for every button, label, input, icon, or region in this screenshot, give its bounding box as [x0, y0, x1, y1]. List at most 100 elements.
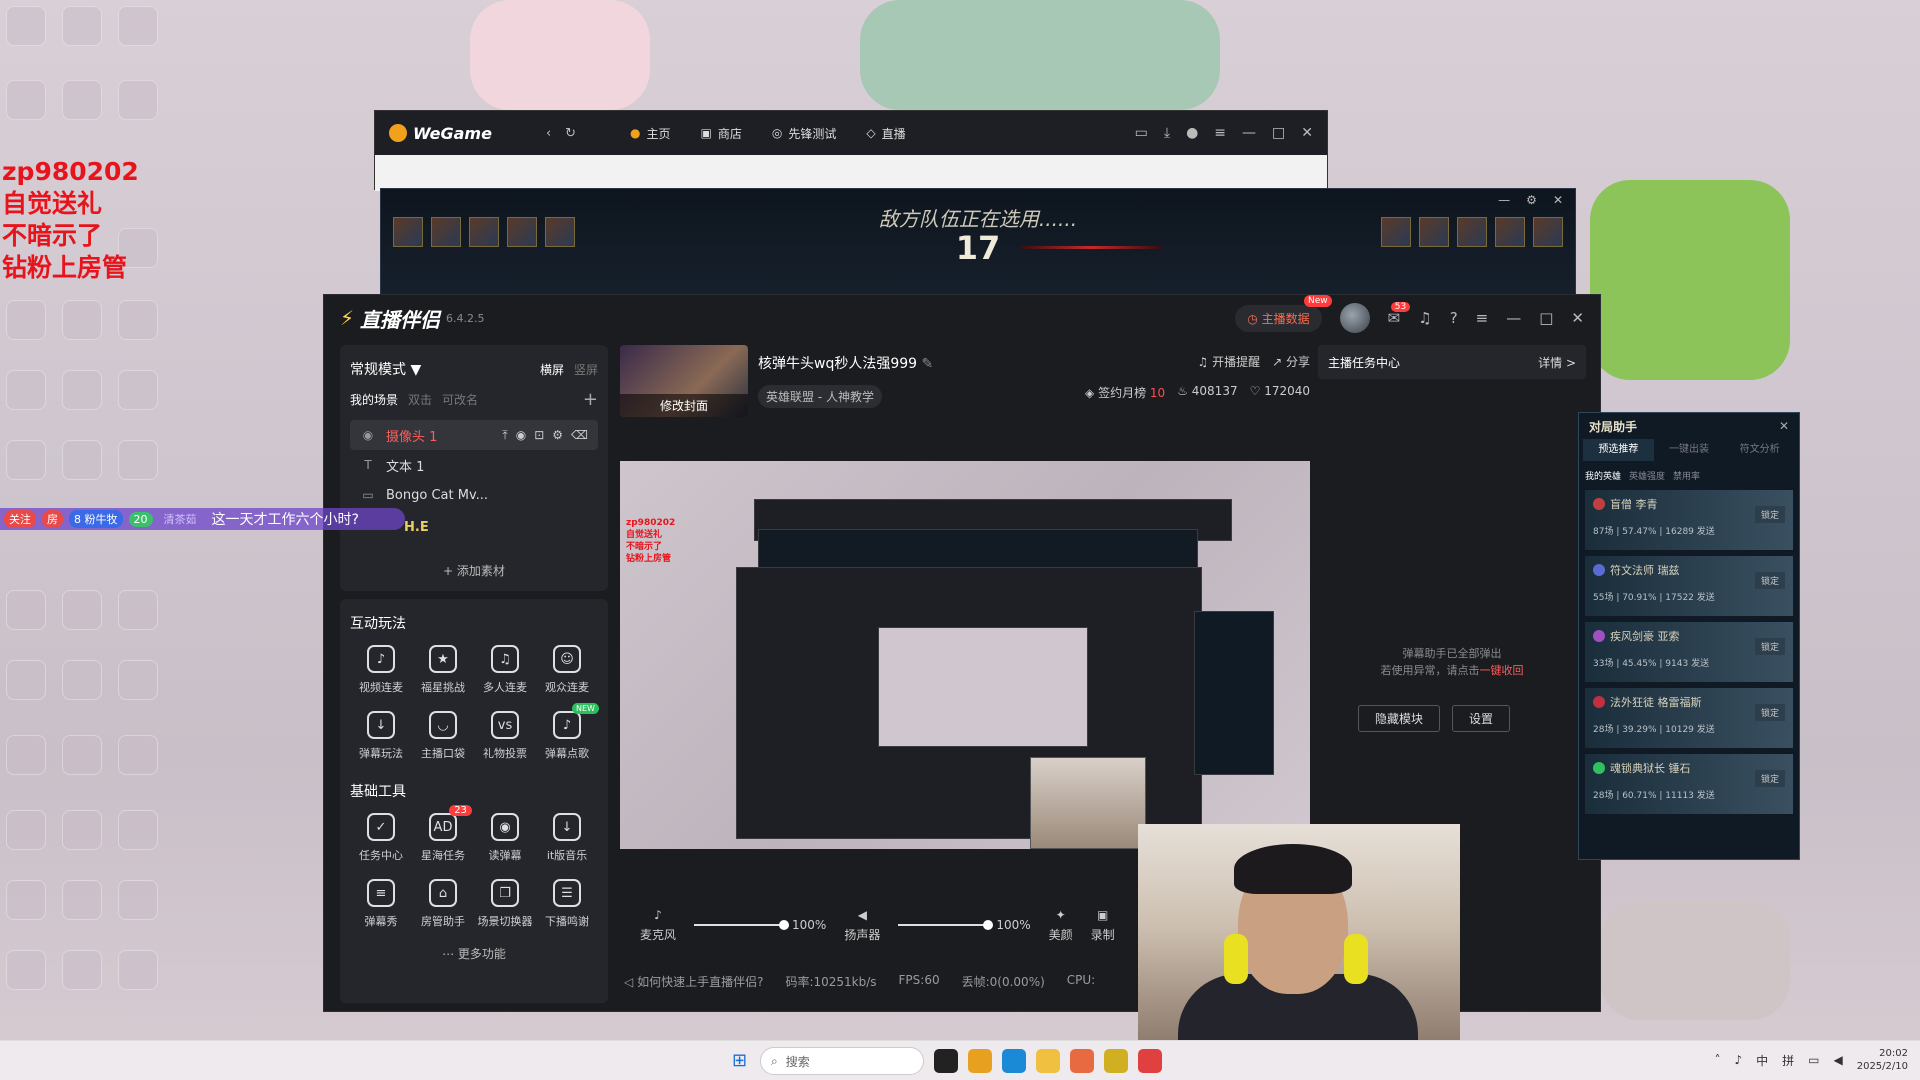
network-icon[interactable]: ▭: [1808, 1053, 1819, 1067]
desktop-app-icon[interactable]: [6, 660, 46, 700]
tab-rune[interactable]: 符文分析: [1724, 439, 1795, 461]
cover-image[interactable]: 修改封面: [620, 345, 748, 417]
tool-room-admin[interactable]: ⌂ 房管助手: [412, 879, 474, 929]
back-icon[interactable]: ‹: [546, 126, 551, 141]
avatar-icon[interactable]: ●: [1186, 125, 1198, 141]
tool-audience-link[interactable]: ☺ 观众连麦: [536, 645, 598, 695]
clock[interactable]: 20:02 2025/2/10: [1857, 1047, 1908, 1073]
tool-song-request[interactable]: ♪ 弹幕点歌 NEW: [536, 703, 599, 761]
taskbar-app-icon[interactable]: [1070, 1049, 1094, 1073]
maximize-icon[interactable]: □: [1272, 125, 1285, 141]
taskbar-app-icon[interactable]: [1138, 1049, 1162, 1073]
gear-icon[interactable]: ⚙: [552, 428, 563, 443]
live-remind-button[interactable]: ♫ 开播提醒: [1197, 353, 1260, 370]
slider-knob[interactable]: [983, 920, 994, 930]
close-icon[interactable]: ✕: [1571, 309, 1584, 327]
record-button[interactable]: ▣ 录制: [1091, 908, 1115, 943]
source-item-camera[interactable]: ◉ 摄像头 1 ⤒ ◉ ⊡ ⚙ ⌫: [350, 420, 598, 450]
refresh-icon[interactable]: ↻: [565, 126, 576, 141]
send-button[interactable]: 发送: [1697, 791, 1715, 801]
send-button[interactable]: 发送: [1697, 725, 1715, 735]
add-scene-icon[interactable]: +: [583, 389, 598, 410]
desktop-app-icon[interactable]: [118, 880, 158, 920]
send-button[interactable]: 发送: [1697, 593, 1715, 603]
desktop-app-icon[interactable]: [6, 950, 46, 990]
beauty-button[interactable]: ✦ 美颜: [1049, 908, 1073, 943]
subtab-strength[interactable]: 英雄强度: [1629, 469, 1665, 482]
tool-music[interactable]: ↓ it版音乐: [536, 813, 598, 863]
edit-icon[interactable]: ✎: [922, 356, 934, 372]
desktop-app-icon[interactable]: [62, 950, 102, 990]
menu-icon[interactable]: ≡: [1214, 125, 1226, 141]
landscape-mode-toggle[interactable]: 横屏: [540, 361, 564, 378]
lock-icon[interactable]: ⊡: [534, 428, 544, 443]
volume-icon[interactable]: ◀: [1833, 1053, 1842, 1067]
wegame-nav-home[interactable]: ● 主页: [630, 125, 671, 142]
tool-read-danmaku[interactable]: ◉ 读弹幕: [474, 813, 536, 863]
mic-control[interactable]: ♪ 麦克风: [640, 908, 676, 943]
headset-icon[interactable]: ♫: [1418, 309, 1431, 327]
chevron-up-icon[interactable]: ˄: [1714, 1053, 1720, 1067]
lock-button[interactable]: 锁定: [1754, 638, 1785, 655]
hero-row[interactable]: 法外狂徒 格雷福斯 28场 | 39.29% | 10129 发送 锁定: [1585, 688, 1793, 748]
add-material-button[interactable]: + 添加素材: [350, 548, 598, 583]
desktop-app-icon[interactable]: [62, 300, 102, 340]
desktop-app-icon[interactable]: [6, 810, 46, 850]
taskbar-search[interactable]: ⌕ 搜索: [760, 1047, 924, 1075]
tool-lucky-star[interactable]: ★ 福星挑战: [412, 645, 474, 695]
speaker-volume-slider[interactable]: [898, 920, 994, 930]
wegame-nav-store[interactable]: ▣ 商店: [701, 125, 742, 142]
avatar[interactable]: [1339, 303, 1370, 333]
hero-row[interactable]: 符文法师 瑞兹 55场 | 70.91% | 17522 发送 锁定: [1585, 556, 1793, 616]
desktop-app-icon[interactable]: [118, 950, 158, 990]
tab-preselect[interactable]: 预选推荐: [1583, 439, 1654, 461]
desktop-app-icon[interactable]: [6, 590, 46, 630]
anchor-task-center[interactable]: 主播任务中心 详情 >: [1318, 345, 1586, 379]
desktop-app-icon[interactable]: [6, 370, 46, 410]
tab-build[interactable]: 一键出装: [1654, 439, 1725, 461]
anchor-data-button[interactable]: ◷ 主播数据 New: [1235, 294, 1332, 332]
maximize-icon[interactable]: □: [1539, 309, 1553, 327]
desktop-app-icon[interactable]: [118, 370, 158, 410]
desktop-app-icon[interactable]: [118, 6, 158, 46]
tool-danmaku-show[interactable]: ≡ 弹幕秀: [350, 879, 412, 929]
task-detail-link[interactable]: 详情 >: [1538, 354, 1576, 371]
wegame-nav-beta[interactable]: ◎ 先锋测试: [772, 125, 837, 142]
tool-thanks[interactable]: ☰ 下播鸣谢: [536, 879, 598, 929]
desktop-app-icon[interactable]: [118, 590, 158, 630]
menu-icon[interactable]: ≡: [1476, 309, 1489, 327]
minimize-icon[interactable]: —: [1498, 193, 1510, 207]
wegame-nav-live[interactable]: ◇ 直播: [866, 125, 905, 142]
mode-selector[interactable]: 常规模式 ▼: [350, 359, 421, 379]
taskbar-app-icon[interactable]: [1036, 1049, 1060, 1073]
source-item-bongo-cat[interactable]: ▭ Bongo Cat Mv...: [350, 480, 598, 510]
tool-danmaku-play[interactable]: ↓ 弹幕玩法: [350, 711, 412, 761]
share-button[interactable]: ↗ 分享: [1272, 353, 1310, 370]
desktop-app-icon[interactable]: [118, 80, 158, 120]
close-icon[interactable]: ✕: [1553, 193, 1563, 207]
stream-preview[interactable]: zp980202 自觉送礼 不暗示了 钻粉上房管: [620, 461, 1310, 849]
desktop-app-icon[interactable]: [62, 6, 102, 46]
message-icon[interactable]: ✉ 53: [1388, 302, 1411, 327]
send-button[interactable]: 发送: [1697, 527, 1715, 537]
trash-icon[interactable]: ⌫: [571, 428, 588, 443]
mic-volume-slider[interactable]: [694, 920, 790, 930]
lock-button[interactable]: 锁定: [1754, 770, 1785, 787]
tool-task-center[interactable]: ✓ 任务中心: [350, 813, 412, 863]
send-button[interactable]: 发送: [1691, 659, 1709, 669]
source-item-text[interactable]: T 文本 1: [350, 450, 598, 480]
sign-rank[interactable]: ◈ 签约月榜 10: [1085, 384, 1165, 401]
speaker-control[interactable]: ◀ 扬声器: [844, 908, 880, 943]
help-icon[interactable]: ?: [1450, 309, 1458, 327]
portrait-mode-toggle[interactable]: 竖屏: [574, 361, 598, 378]
desktop-app-icon[interactable]: [6, 880, 46, 920]
taskbar-app-icon[interactable]: [1002, 1049, 1026, 1073]
hero-row[interactable]: 盲僧 李青 87场 | 57.47% | 16289 发送 锁定: [1585, 490, 1793, 550]
desktop-app-icon[interactable]: [6, 440, 46, 480]
desktop-app-icon[interactable]: [62, 880, 102, 920]
room-category[interactable]: 英雄联盟 - 人神教学: [758, 385, 882, 408]
ime-mode-indicator[interactable]: 拼: [1782, 1052, 1794, 1069]
room-title[interactable]: 核弹牛头wq秒人法强999 ✎: [758, 353, 1075, 373]
desktop-app-icon[interactable]: [62, 590, 102, 630]
taskbar-app-icon[interactable]: [1104, 1049, 1128, 1073]
